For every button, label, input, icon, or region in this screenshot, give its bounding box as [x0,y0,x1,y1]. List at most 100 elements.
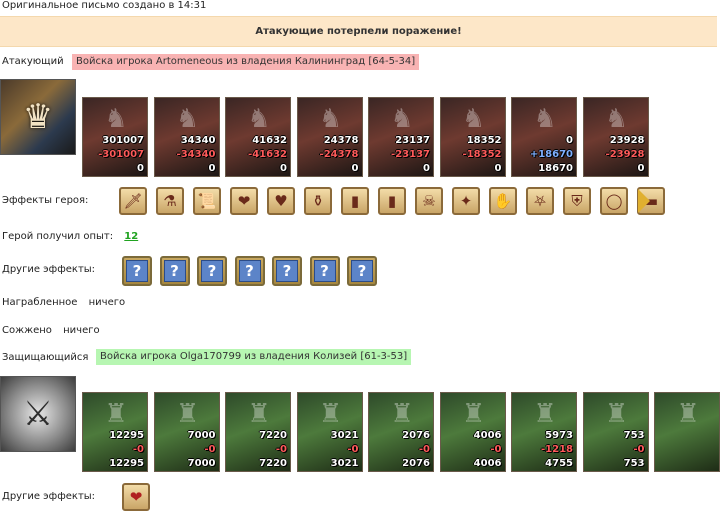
unit-remaining: 18670 [538,163,573,174]
unit-count: 41632 [252,135,287,146]
def-unit-card[interactable]: ♜ 4006 -0 4006 [439,392,506,472]
unit-loss: -0 [633,444,645,455]
hero-exp-value[interactable]: 12 [124,231,138,242]
loot-value: ничего [88,297,126,308]
att-unit-card[interactable]: ♞ 23137 -23137 0 [368,97,434,177]
hero-effects-label: Эффекты героя: [2,195,89,206]
unit-remaining: 3021 [330,458,359,469]
unknown-effect-icon[interactable]: ? [159,256,190,286]
unit-remaining: 0 [280,163,287,174]
burned-label: Сожжено [2,325,52,336]
heart-sword-icon[interactable]: ♥ [267,187,295,215]
unit-figure-icon: ♜ [104,399,128,429]
def-unit-card[interactable]: ♜ 2076 -0 2076 [368,392,434,472]
unit-count: 18352 [466,135,502,146]
unit-loss: -1218 [541,444,573,455]
att-unit-card[interactable]: ♞ 41632 -41632 0 [225,97,291,177]
armor-icon[interactable]: ⛨ [563,187,591,215]
def-unit-card[interactable]: ♜ 12295 -0 12295 [82,392,148,472]
potion-icon[interactable]: ⚗ [156,187,184,215]
door-icon[interactable]: ▮ [341,187,369,215]
unknown-effect-icon[interactable]: ? [234,256,265,286]
unit-loss: -0 [275,444,287,455]
defender-label: Защищающийся [2,352,89,363]
unknown-effect-icon[interactable]: ? [347,256,377,286]
attacker-other-effects-label: Другие эффекты: [2,264,96,275]
attacker-hero-portrait[interactable]: ♛ [0,79,76,155]
unit-count: 5973 [545,430,573,441]
def-unit-card[interactable]: ♜ 3021 -0 3021 [296,392,363,472]
unit-remaining: 0 [423,163,430,174]
attacker-label: Атакующий [2,56,64,67]
unit-remaining: 0 [494,163,502,174]
unit-loss: -23928 [605,149,645,160]
ring-icon[interactable]: ◯ [600,187,628,215]
flask-icon[interactable]: ⚱ [304,187,332,215]
unit-figure-icon: ♜ [604,399,629,429]
def-unit-card[interactable]: ♜ [654,392,720,472]
unit-loss: -24378 [319,149,359,160]
unit-count: 753 [623,430,645,441]
att-unit-card[interactable]: ♞ 18352 -18352 0 [439,97,506,177]
scroll-right-arrow-icon[interactable] [638,189,650,213]
heart-sword-icon[interactable]: ❤ [122,483,150,511]
sword-icon[interactable]: 🗡 [119,187,147,215]
unit-figure-icon: ♜ [461,399,486,429]
unit-remaining: 7220 [259,458,287,469]
unit-count: 7220 [259,430,287,441]
skull-icon[interactable]: ☠ [415,187,443,215]
unit-figure-icon: ♞ [390,104,414,134]
att-unit-card[interactable]: ♞ 24378 -24378 0 [296,97,363,177]
unit-count: 0 [566,135,573,146]
unit-remaining: 0 [208,163,216,174]
loot-label: Награбленное [2,297,78,308]
unit-remaining: 0 [351,163,359,174]
def-unit-card[interactable]: ♜ 7220 -0 7220 [225,392,291,472]
att-unit-card[interactable]: ♞ 34340 -34340 0 [153,97,220,177]
att-unit-card[interactable]: ♞ 0 +18670 18670 [511,97,577,177]
unknown-effect-icon[interactable]: ? [122,256,152,286]
unit-count: 24378 [323,135,359,146]
pentagram-icon[interactable]: ⛧ [526,187,554,215]
unit-count: 301007 [102,135,144,146]
unit-remaining: 2076 [402,458,430,469]
door-icon[interactable]: ▮ [378,187,406,215]
unit-loss: -0 [204,444,216,455]
defender-army-title: Войска игрока Olga170799 из владения Кол… [96,349,412,365]
crossed-swords-shield-icon: ⚔ [22,394,54,434]
unit-figure-icon: ♞ [104,104,128,134]
unit-figure-icon: ♞ [533,104,557,134]
att-unit-card[interactable]: ♞ 23928 -23928 0 [582,97,649,177]
unit-figure-icon: ♞ [175,104,200,134]
def-unit-card[interactable]: ♜ 7000 -0 7000 [153,392,220,472]
burned-row: Сожжено ничего [2,325,100,336]
unit-loss: -18352 [462,149,502,160]
burned-value: ничего [63,325,100,336]
def-unit-card[interactable]: ♜ 753 -0 753 [582,392,649,472]
unit-figure-icon: ♞ [604,104,629,134]
unit-figure-icon: ♜ [318,399,343,429]
heart-icon[interactable]: ❤ [230,187,258,215]
unit-count: 4006 [473,430,502,441]
defender-castle-emblem[interactable]: ⚔ [0,376,76,452]
hero-figure-icon: ♛ [22,97,54,137]
unit-loss: -0 [347,444,359,455]
unknown-effect-icon[interactable]: ? [272,256,302,286]
unit-figure-icon: ♜ [390,399,414,429]
unit-remaining: 0 [137,163,144,174]
hand-icon[interactable]: ✋ [489,187,517,215]
unit-loss: -41632 [248,149,287,160]
attacker-army-title: Войска игрока Artomeneous из владения Ка… [72,54,420,70]
scroll-icon[interactable]: 📜 [193,187,221,215]
def-unit-card[interactable]: ♜ 5973 -1218 4755 [511,392,577,472]
unit-figure-icon: ♜ [676,399,700,429]
unit-loss: -0 [490,444,502,455]
wand-icon[interactable]: ✦ [452,187,480,215]
att-unit-card[interactable]: ♞ 301007 -301007 0 [82,97,148,177]
unit-remaining: 7000 [187,458,216,469]
unknown-effect-icon[interactable]: ? [197,256,227,286]
unknown-effect-icon[interactable]: ? [309,256,340,286]
unit-figure-icon: ♞ [318,104,343,134]
unit-remaining: 753 [623,458,645,469]
unit-count: 3021 [330,430,359,441]
